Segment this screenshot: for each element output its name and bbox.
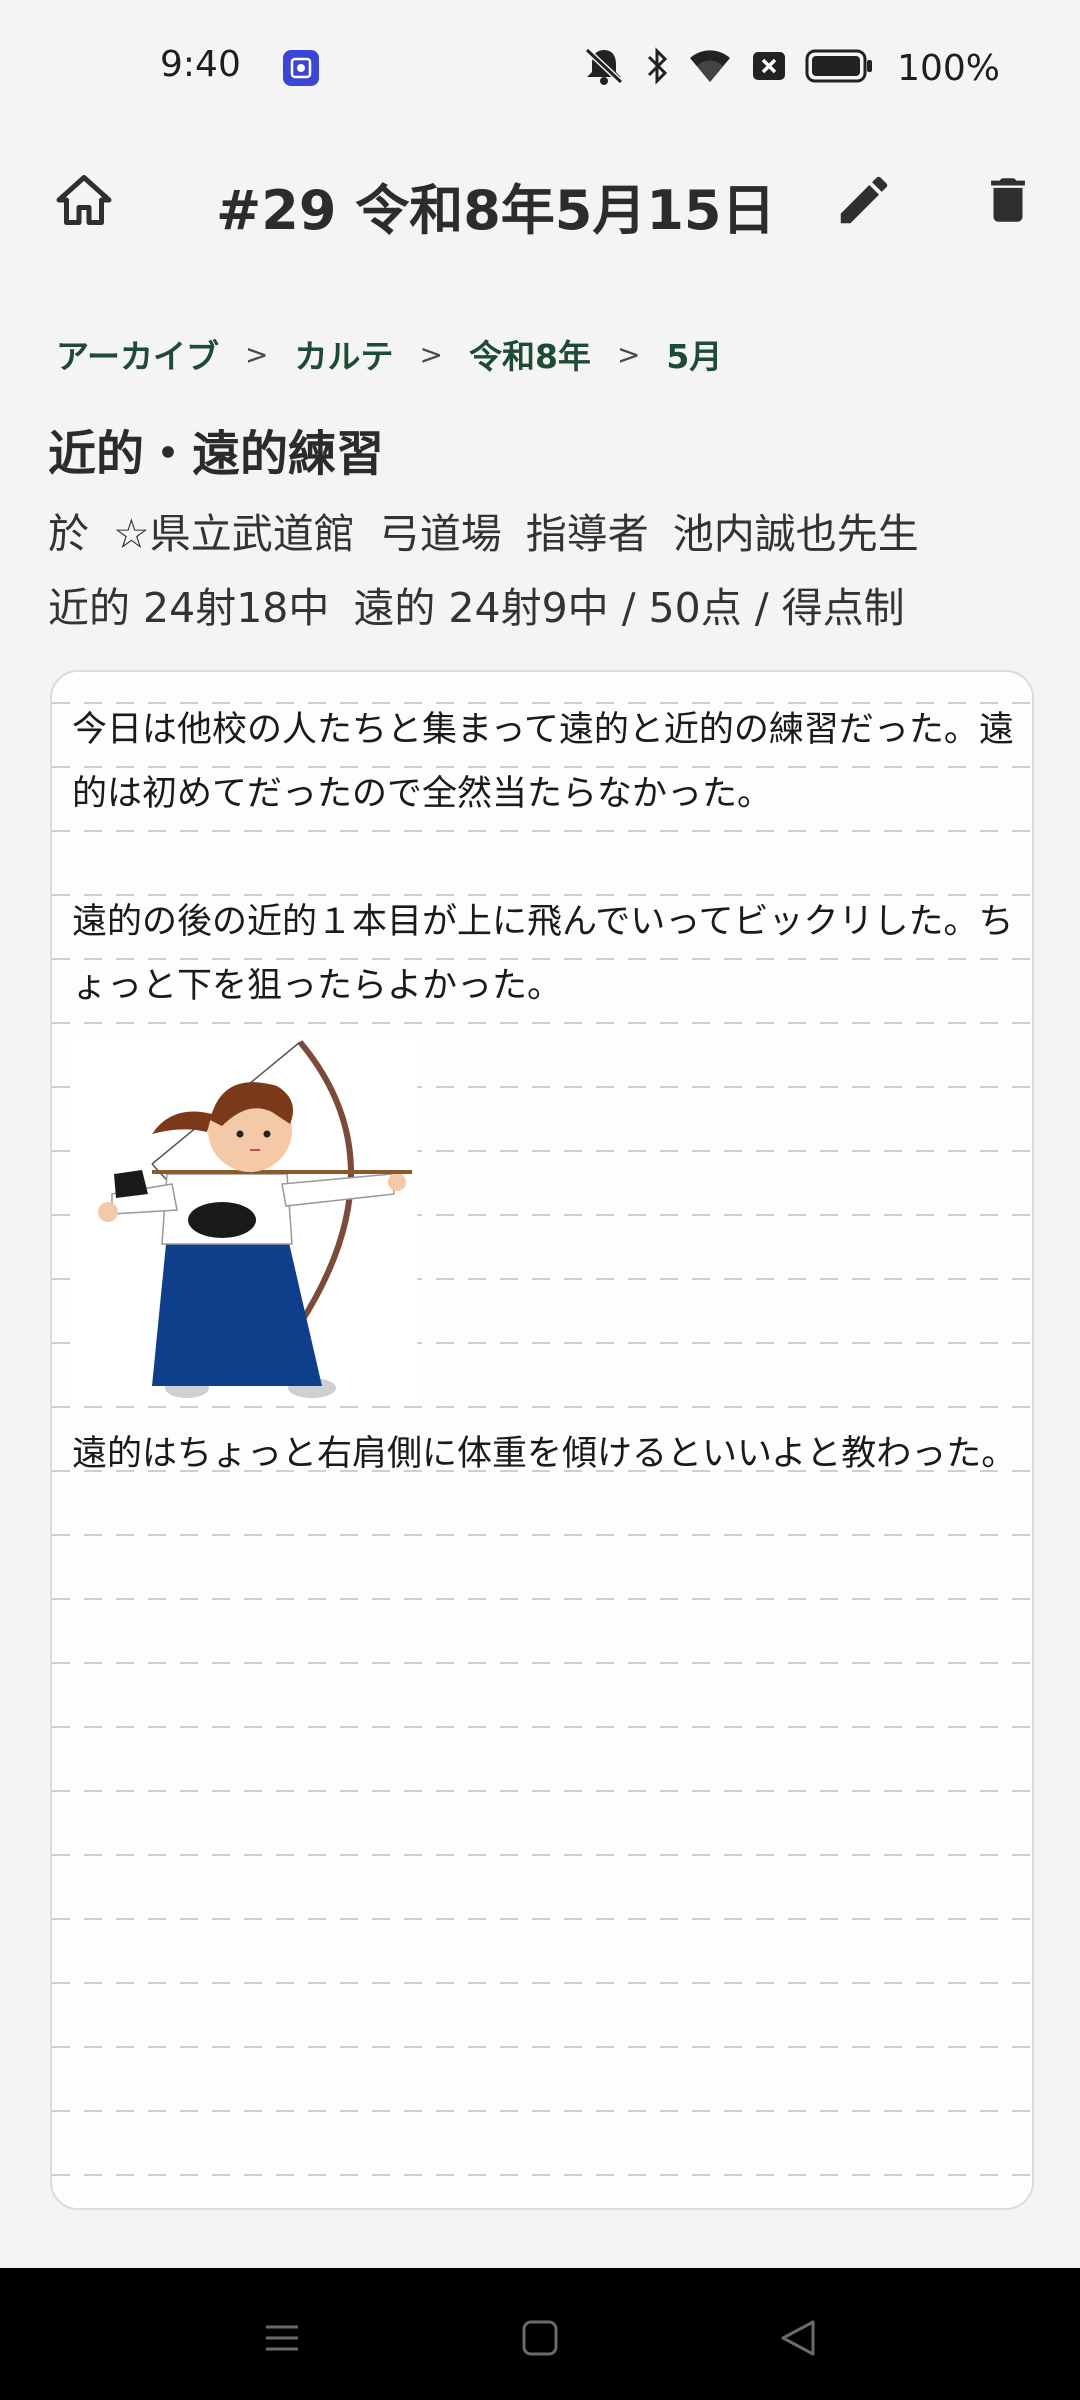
entry-location-line: 於 ☆県立武道館 弓道場 指導者 池内誠也先生 [48, 500, 943, 560]
note-paragraph: 今日は他校の人たちと集まって遠的と近的の練習だった。遠的は初めてだったので全然当… [72, 710, 1014, 814]
mute-icon [581, 46, 627, 90]
navigation-bar [0, 2268, 1080, 2400]
note-card[interactable]: 今日は他校の人たちと集まって遠的と近的の練習だった。遠的は初めてだったので全然当… [50, 670, 1034, 2210]
breadcrumb: アーカイブ > カルテ > 令和8年 > 5月 [56, 330, 722, 378]
location-name: ☆県立武道館 [113, 510, 355, 558]
breadcrumb-separator: > [419, 337, 443, 371]
instructor-label: 指導者 [525, 510, 649, 558]
ruled-line [52, 1534, 1032, 1536]
edit-icon [840, 176, 888, 224]
screenshot-app-icon [283, 50, 319, 86]
far-score: 遠的 24射9中 / 50点 / 得点制 [353, 584, 905, 632]
edit-button[interactable] [824, 160, 904, 240]
app-bar: #29 令和8年5月15日 [0, 140, 1080, 260]
battery-icon [805, 49, 873, 87]
ruled-line [52, 1022, 1032, 1024]
home-icon [56, 175, 112, 225]
menu-button[interactable] [252, 2308, 312, 2368]
ruled-line [52, 830, 1032, 832]
delete-icon [991, 178, 1025, 222]
menu-icon [266, 2325, 298, 2351]
ruled-line [52, 1598, 1032, 1600]
note-paragraph: 遠的の後の近的１本目が上に飛んでいってビックリした。ちょっと下を狙ったらよかった… [72, 902, 1014, 1006]
wifi-icon [687, 46, 733, 90]
breadcrumb-year[interactable]: 令和8年 [469, 330, 591, 378]
near-score: 近的 24射18中 [48, 584, 330, 632]
instructor-name: 池内誠也先生 [672, 510, 919, 558]
note-paragraph: 遠的はちょっと右肩側に体重を傾けるといいよと教わった。 [72, 1434, 1017, 1474]
bluetooth-icon [645, 46, 669, 90]
home-button[interactable] [44, 160, 124, 240]
status-time: 9:40 [160, 44, 241, 85]
ruled-line [52, 1662, 1032, 1664]
ruled-line [52, 1854, 1032, 1856]
square-home-icon [522, 2320, 558, 2356]
battery-percentage: 100% [897, 47, 1000, 89]
breadcrumb-separator: > [616, 337, 641, 371]
page-title: #29 令和8年5月15日 [216, 179, 776, 242]
ruled-line [52, 1982, 1032, 1984]
ruled-line [52, 1406, 1032, 1408]
status-bar: 9:40 100% [0, 0, 1080, 140]
breadcrumb-separator: > [245, 337, 269, 371]
ruled-line [52, 1726, 1032, 1728]
ruled-line [52, 1790, 1032, 1792]
back-button[interactable] [768, 2308, 828, 2368]
location-prefix: 於 [48, 510, 89, 558]
status-icons: 100% [581, 46, 1000, 90]
delete-button[interactable] [968, 160, 1048, 240]
entry-heading: 近的・遠的練習 [48, 426, 385, 482]
sim-off-icon [751, 48, 787, 88]
breadcrumb-month[interactable]: 5月 [666, 330, 722, 378]
archer-illustration [72, 1034, 417, 1406]
entry-score-line: 近的 24射18中 遠的 24射9中 / 50点 / 得点制 [48, 574, 929, 634]
ruled-line [52, 2046, 1032, 2048]
ruled-line [52, 1918, 1032, 1920]
ruled-line [52, 2174, 1032, 2176]
back-triangle-icon [781, 2320, 815, 2356]
ruled-line [52, 2110, 1032, 2112]
home-nav-button[interactable] [510, 2308, 570, 2368]
breadcrumb-archive[interactable]: アーカイブ [56, 330, 219, 378]
breadcrumb-karte[interactable]: カルテ [295, 330, 394, 378]
venue-name: 弓道場 [378, 510, 502, 558]
